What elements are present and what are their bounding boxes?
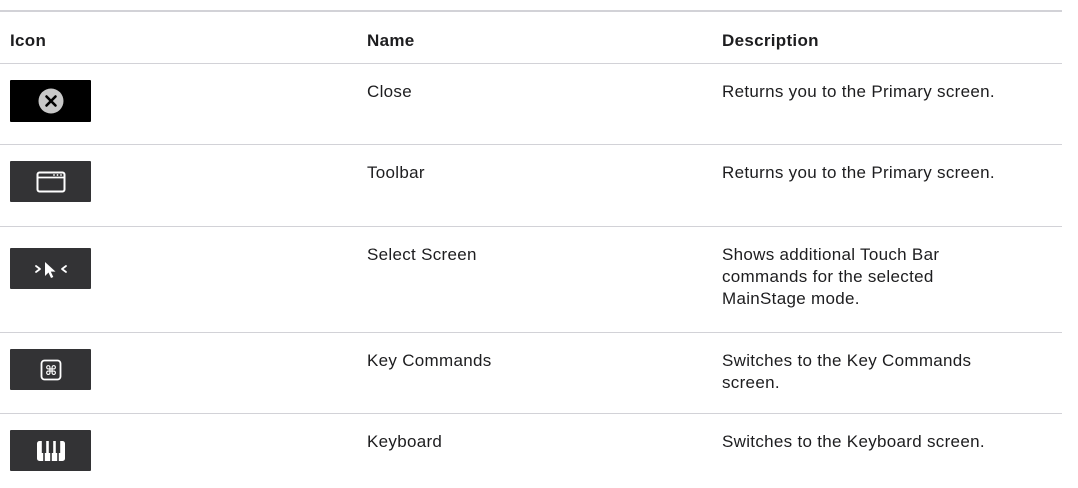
row-name: Keyboard (367, 432, 443, 451)
key-commands-icon: ⌘ (10, 349, 91, 390)
keyboard-icon (10, 430, 91, 471)
header-description: Description (722, 31, 819, 50)
row-description: Returns you to the Primary screen. (722, 82, 995, 101)
table-row: Close Returns you to the Primary screen. (0, 64, 1062, 145)
row-name: Toolbar (367, 163, 425, 182)
table-row: Select Screen Shows additional Touch Bar… (0, 227, 1062, 333)
select-screen-icon (10, 248, 91, 289)
table-row: ⌘ Key Commands Switches to the Key Comma… (0, 333, 1062, 414)
row-name: Key Commands (367, 351, 492, 370)
header-name: Name (367, 31, 415, 50)
row-description: Shows additional Touch Bar commands for … (722, 245, 940, 308)
row-description: Switches to the Keyboard screen. (722, 432, 985, 451)
header-icon: Icon (10, 31, 47, 50)
row-description: Returns you to the Primary screen. (722, 163, 995, 182)
toolbar-icon (10, 161, 91, 202)
row-name: Close (367, 82, 412, 101)
table-row: Keyboard Switches to the Keyboard screen… (0, 414, 1062, 488)
close-icon (10, 80, 91, 122)
svg-text:⌘: ⌘ (44, 364, 56, 379)
row-description: Switches to the Key Commands screen. (722, 351, 972, 392)
table-row: Toolbar Returns you to the Primary scree… (0, 145, 1062, 227)
row-name: Select Screen (367, 245, 477, 264)
table-header: Icon Name Description (0, 12, 1062, 64)
